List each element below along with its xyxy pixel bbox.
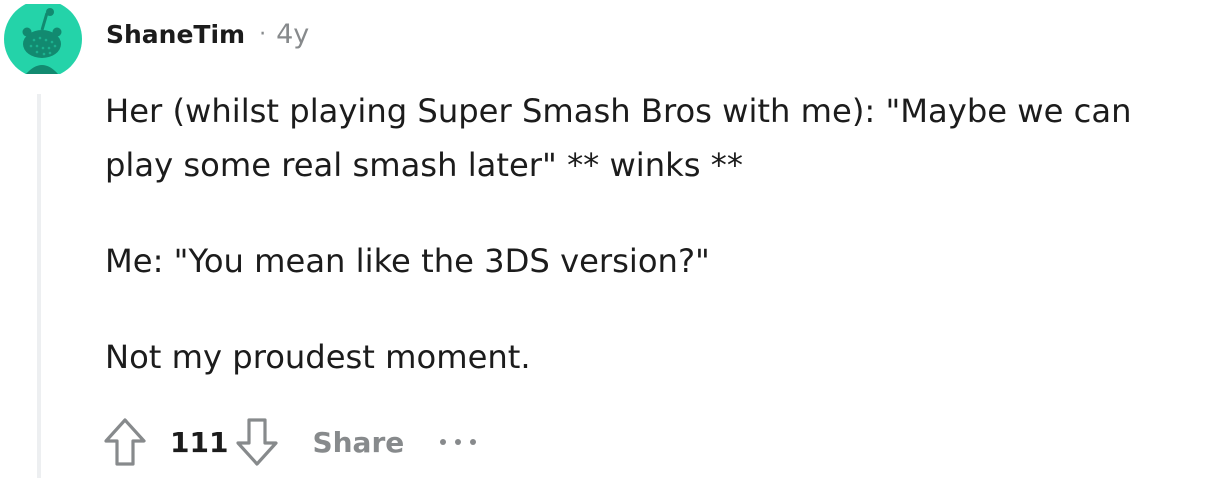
upvote-button[interactable] (100, 415, 150, 469)
thread-collapse-line[interactable] (37, 94, 41, 478)
comment-age[interactable]: 4y (276, 19, 309, 50)
more-options-icon (455, 439, 462, 445)
comment-paragraph: Her (whilst playing Super Smash Bros wit… (105, 92, 1132, 184)
comment-paragraph: Me: "You mean like the 3DS version?" (105, 242, 710, 280)
avatar[interactable] (4, 0, 82, 78)
more-options-icon (440, 439, 447, 445)
comment-body: Her (whilst playing Super Smash Bros wit… (105, 84, 1185, 384)
snoo-avatar-icon (4, 0, 82, 78)
meta-separator: · (259, 21, 267, 47)
comment-meta: ShaneTim · 4y (106, 14, 309, 54)
downvote-button[interactable] (232, 415, 282, 469)
author-username[interactable]: ShaneTim (106, 20, 245, 49)
downvote-arrow-icon (236, 418, 279, 466)
upvote-arrow-icon (104, 418, 146, 466)
share-button[interactable]: Share (312, 426, 404, 459)
vote-score: 111 (170, 425, 229, 459)
comment-actions: 111 Share (100, 414, 477, 470)
more-options-icon (470, 439, 477, 445)
comment-paragraph: Not my proudest moment. (105, 338, 531, 376)
more-options-button[interactable] (440, 427, 477, 457)
